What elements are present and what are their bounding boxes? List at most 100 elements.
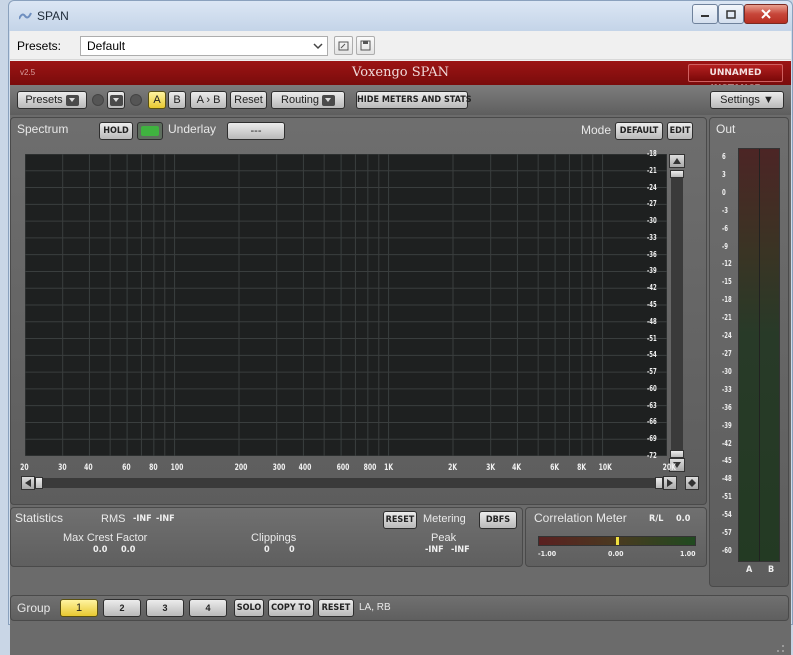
output-level-meter	[738, 148, 780, 562]
channel-routing-label: LA, RB	[359, 602, 391, 613]
presets-button[interactable]: Presets	[17, 91, 87, 109]
out-tick-label: -12	[722, 259, 732, 269]
chevron-down-icon	[321, 94, 335, 106]
scroll-right-button[interactable]	[663, 476, 677, 490]
undo-indicator[interactable]	[92, 94, 104, 106]
diamond-icon	[688, 479, 696, 487]
open-preset-button[interactable]	[334, 36, 353, 55]
correlation-bar	[538, 536, 696, 546]
correlation-indicator	[616, 537, 619, 545]
out-tick-label: -60	[722, 546, 732, 555]
scroll-thumb-right[interactable]	[655, 477, 663, 489]
db-tick-label: -60	[647, 383, 657, 393]
peak-right-value: -INF	[451, 545, 470, 555]
vertical-scrollbar[interactable]	[669, 154, 685, 472]
settings-button[interactable]: Settings ▼	[710, 91, 784, 109]
scroll-up-button[interactable]	[669, 154, 685, 168]
hide-meters-button[interactable]: HIDE METERS AND STATS	[356, 91, 472, 109]
db-tick-label: -69	[647, 434, 657, 444]
horizontal-scrollbar[interactable]	[21, 476, 699, 490]
scroll-track[interactable]	[43, 478, 655, 488]
scroll-track[interactable]	[671, 170, 683, 456]
group-3-button[interactable]: 3	[146, 599, 184, 617]
db-tick-label: -72	[647, 451, 657, 460]
out-tick-label: -3	[722, 205, 728, 215]
out-tick-label: -6	[722, 223, 728, 233]
zoom-reset-button[interactable]	[685, 476, 699, 490]
group-reset-button[interactable]: RESET	[318, 599, 354, 617]
preset-select[interactable]: Default	[80, 36, 328, 56]
meter-divider	[759, 149, 760, 561]
out-label: Out	[716, 122, 736, 136]
freq-tick-label: 30	[57, 463, 67, 473]
hold-toggle[interactable]	[137, 122, 163, 140]
out-tick-label: -24	[722, 331, 732, 341]
header-bar: v2.5 Voxengo SPAN UNNAMED INSTANCE	[10, 61, 791, 94]
copy-to-button[interactable]: COPY TO	[268, 599, 314, 617]
edit-button[interactable]: EDIT	[667, 122, 693, 140]
output-meter-panel: Out A B 6 3 0 -3 -6 -9 -12 -15 -18 -21 -24 -27 -30 -3…	[709, 117, 789, 587]
plugin-window: SPAN Presets: Default v2.5 Voxengo SPAN …	[8, 0, 793, 655]
db-tick-label: -54	[647, 350, 657, 360]
group-1-button[interactable]: 1	[60, 599, 98, 617]
reset-button[interactable]: Reset	[230, 91, 267, 109]
close-button[interactable]	[744, 4, 788, 24]
out-tick-label: -42	[722, 438, 732, 448]
freq-tick-label: 4K	[512, 463, 522, 473]
out-tick-label: -30	[722, 366, 732, 376]
minimize-button[interactable]	[692, 4, 718, 24]
freq-tick-label: 200	[234, 463, 248, 473]
scroll-left-button[interactable]	[21, 476, 35, 490]
out-tick-label: -39	[722, 420, 732, 430]
out-tick-label: -33	[722, 384, 732, 394]
freq-tick-label: 60	[122, 463, 131, 473]
out-tick-label: -21	[722, 313, 732, 323]
hold-led	[141, 126, 159, 136]
statistics-panel: Statistics RMS -INF -INF RESET Metering …	[10, 507, 523, 567]
solo-button[interactable]: SOLO	[234, 599, 264, 617]
out-tick-label: -15	[722, 277, 732, 287]
freq-tick-label: 40	[84, 463, 93, 473]
group-2-button[interactable]: 2	[103, 599, 141, 617]
underlay-label: Underlay	[168, 122, 217, 136]
instance-name-button[interactable]: UNNAMED INSTANCE	[688, 64, 783, 94]
metering-select[interactable]: DBFS	[479, 511, 517, 529]
freq-tick-label: 800	[363, 463, 377, 473]
hold-button[interactable]: HOLD	[99, 122, 133, 140]
folder-open-icon	[338, 41, 349, 51]
db-tick-label: -51	[647, 333, 657, 343]
maximize-button[interactable]	[718, 4, 744, 24]
clippings-label: Clippings	[251, 532, 297, 544]
group-label: Group	[17, 601, 51, 615]
toolbar: Presets A B A › B Reset Routing HIDE MET…	[10, 85, 791, 115]
mode-select[interactable]: DEFAULT	[615, 122, 663, 140]
corr-scale-max: 1.00	[680, 550, 696, 558]
state-b-button[interactable]: B	[168, 91, 186, 109]
state-a-button[interactable]: A	[148, 91, 166, 109]
spectrum-display[interactable]	[25, 154, 667, 456]
out-tick-label: -9	[722, 241, 728, 251]
routing-button[interactable]: Routing	[271, 91, 345, 109]
save-preset-button[interactable]	[356, 36, 375, 55]
scroll-thumb-bottom[interactable]	[670, 450, 684, 458]
group-4-button[interactable]: 4	[189, 599, 227, 617]
underlay-select[interactable]: ---	[227, 122, 285, 140]
freq-tick-label: 80	[148, 463, 158, 473]
chevron-down-icon	[313, 43, 323, 50]
freq-tick-label: 600	[336, 463, 350, 473]
stats-reset-button[interactable]: RESET	[383, 511, 417, 529]
db-tick-label: -33	[647, 232, 657, 242]
scroll-thumb-top[interactable]	[670, 170, 684, 178]
resize-grip-icon[interactable]	[772, 643, 786, 653]
copy-a-to-b-button[interactable]: A › B	[190, 91, 227, 109]
corr-scale-min: -1.00	[538, 550, 557, 558]
db-tick-label: -36	[647, 249, 657, 259]
plugin-title: Voxengo SPAN	[352, 65, 449, 80]
db-tick-label: -27	[647, 199, 657, 209]
redo-indicator[interactable]	[130, 94, 142, 106]
preset-menu-button[interactable]	[107, 91, 125, 109]
window-title: SPAN	[37, 9, 69, 23]
scroll-thumb-left[interactable]	[35, 477, 43, 489]
preset-bar: Presets: Default	[10, 31, 791, 60]
preset-select-value: Default	[87, 39, 126, 53]
